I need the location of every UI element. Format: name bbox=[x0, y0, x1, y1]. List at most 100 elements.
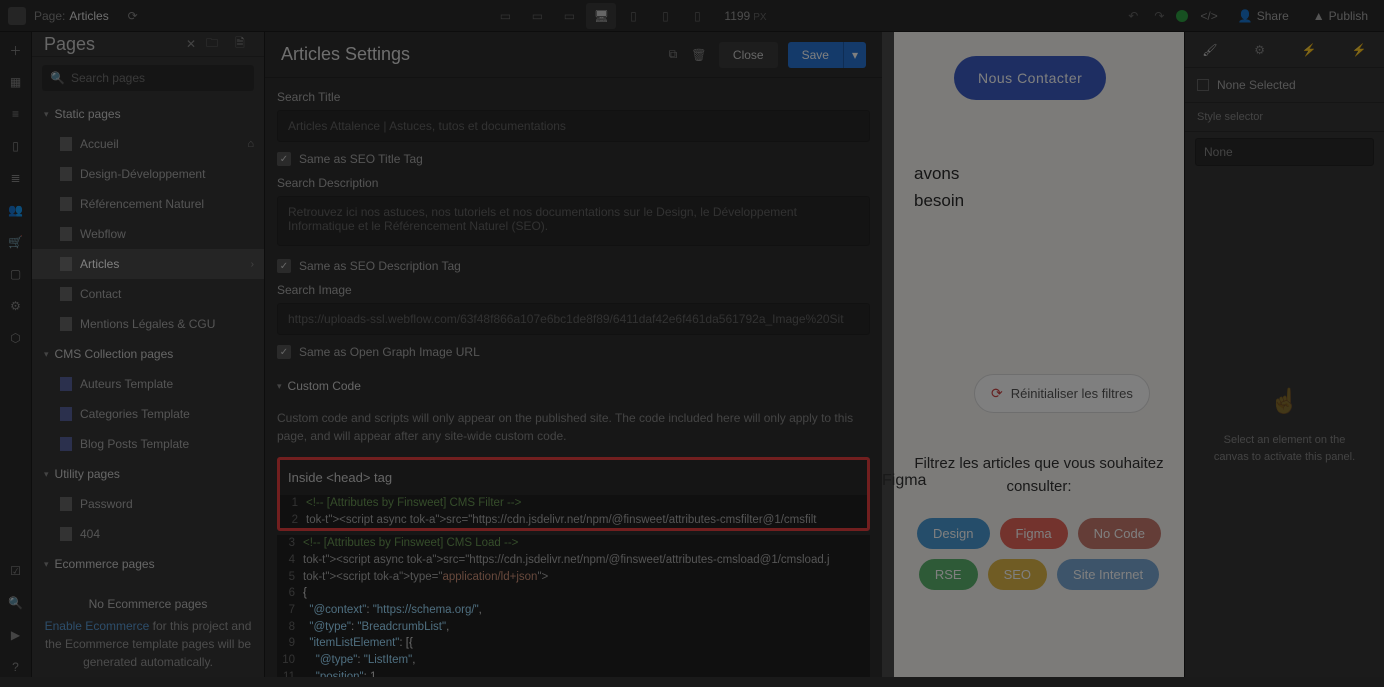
device-mobile-l-icon[interactable]: ▯ bbox=[650, 3, 680, 29]
page-item[interactable]: Contact bbox=[32, 279, 264, 309]
page-item[interactable]: Blog Posts Template bbox=[32, 429, 264, 459]
filter-tag[interactable]: Figma bbox=[1000, 518, 1068, 549]
navigator-icon[interactable]: ≡ bbox=[6, 104, 26, 124]
none-selected-label: None Selected bbox=[1217, 78, 1296, 92]
new-folder-icon[interactable]: 🗀 bbox=[200, 32, 224, 56]
style-panel: 🖌 ⚙ ⚡ ⚡ None Selected Style selector ☝ S… bbox=[1184, 32, 1384, 677]
page-label: Page: bbox=[34, 9, 65, 23]
code-icon[interactable]: </> bbox=[1196, 5, 1221, 27]
file-icon[interactable]: ▯ bbox=[6, 136, 26, 156]
delete-icon[interactable]: 🗑 bbox=[691, 47, 707, 63]
pages-panel: Pages ✕ 🗀 🗎 🔍 Static pages Accueil⌂Desig… bbox=[32, 32, 265, 677]
same-seo-desc-checkbox[interactable]: ✓ bbox=[277, 259, 291, 273]
device-tablet-icon[interactable]: ▯ bbox=[618, 3, 648, 29]
reset-filters-button[interactable]: ⟳Réinitialiser les filtres bbox=[974, 374, 1150, 413]
device-md-icon[interactable]: ▭ bbox=[554, 3, 584, 29]
page-item[interactable]: Auteurs Template bbox=[32, 369, 264, 399]
apps-icon[interactable]: ⬡ bbox=[6, 328, 26, 348]
settings-tab-icon[interactable]: ⚙ bbox=[1246, 36, 1274, 64]
head-code-editor-cont[interactable]: 3<!-- [Attributes by Finsweet] CMS Load … bbox=[277, 535, 870, 677]
canvas[interactable]: Nous Contacter avonsbesoin ⟳Réinitialise… bbox=[882, 32, 1184, 677]
close-panel-icon[interactable]: ✕ bbox=[186, 37, 196, 51]
device-xl-icon[interactable]: ▭ bbox=[490, 3, 520, 29]
page-item[interactable]: Articles› bbox=[32, 249, 264, 279]
video-icon[interactable]: ▶ bbox=[6, 625, 26, 645]
share-button[interactable]: 👤 Share bbox=[1230, 5, 1297, 27]
canvas-text: avonsbesoin bbox=[914, 160, 1164, 214]
filter-tag[interactable]: No Code bbox=[1078, 518, 1161, 549]
custom-code-section[interactable]: Custom Code bbox=[277, 369, 870, 403]
status-indicator-icon bbox=[1176, 10, 1188, 22]
page-icon bbox=[60, 257, 72, 271]
webflow-logo-icon[interactable] bbox=[8, 7, 26, 25]
pages-icon[interactable]: ▦ bbox=[6, 72, 26, 92]
section-cms-pages[interactable]: CMS Collection pages bbox=[32, 339, 264, 369]
page-item[interactable]: Password bbox=[32, 489, 264, 519]
page-item[interactable]: Référencement Naturel bbox=[32, 189, 264, 219]
new-page-icon[interactable]: 🗎 bbox=[228, 32, 252, 56]
page-icon bbox=[60, 527, 72, 541]
page-item[interactable]: Categories Template bbox=[32, 399, 264, 429]
users-icon[interactable]: 👥 bbox=[6, 200, 26, 220]
audit-icon[interactable]: ☑ bbox=[6, 561, 26, 581]
none-selected-checkbox[interactable] bbox=[1197, 79, 1209, 91]
cms-icon[interactable]: ≣ bbox=[6, 168, 26, 188]
head-code-highlight: Inside <head> tag 1<!-- [Attributes by F… bbox=[277, 457, 870, 531]
section-utility-pages[interactable]: Utility pages bbox=[32, 459, 264, 489]
home-icon: ⌂ bbox=[247, 138, 254, 150]
contact-button[interactable]: Nous Contacter bbox=[954, 56, 1106, 100]
redo-icon[interactable]: ↷ bbox=[1150, 5, 1168, 27]
device-mobile-icon[interactable]: ▯ bbox=[682, 3, 712, 29]
style-selector-label: Style selector bbox=[1185, 103, 1384, 132]
template-icon bbox=[60, 407, 72, 421]
device-lg-icon[interactable]: ▭ bbox=[522, 3, 552, 29]
effects-tab-icon[interactable]: ⚡ bbox=[1345, 36, 1373, 64]
close-button[interactable]: Close bbox=[719, 42, 778, 68]
pointer-icon: ☝ bbox=[1270, 384, 1300, 420]
custom-code-help: Custom code and scripts will only appear… bbox=[277, 409, 870, 445]
filter-tag[interactable]: Site Internet bbox=[1057, 559, 1159, 590]
device-desktop-icon[interactable]: 🖥 bbox=[586, 3, 616, 29]
save-dropdown-icon[interactable]: ▾ bbox=[843, 42, 866, 68]
search-title-input[interactable] bbox=[277, 110, 870, 142]
page-item[interactable]: Mentions Légales & CGU bbox=[32, 309, 264, 339]
canvas-width[interactable]: 1199PX bbox=[724, 9, 766, 23]
pages-panel-title: Pages bbox=[44, 34, 178, 55]
duplicate-icon[interactable]: ⧉ bbox=[665, 47, 681, 63]
save-button[interactable]: Save bbox=[788, 42, 843, 68]
page-item[interactable]: Accueil⌂ bbox=[32, 129, 264, 159]
section-static-pages[interactable]: Static pages bbox=[32, 99, 264, 129]
search-desc-input[interactable]: Retrouvez ici nos astuces, nos tutoriels… bbox=[277, 196, 870, 246]
search-pages-input[interactable]: 🔍 bbox=[42, 65, 254, 91]
page-item[interactable]: 404 bbox=[32, 519, 264, 549]
settings-icon[interactable]: ⚙ bbox=[6, 296, 26, 316]
ecommerce-icon[interactable]: 🛒 bbox=[6, 232, 26, 252]
assets-icon[interactable]: ▢ bbox=[6, 264, 26, 284]
filter-tag[interactable]: Design bbox=[917, 518, 989, 549]
publish-button[interactable]: ▲ Publish bbox=[1305, 5, 1376, 27]
search-image-input[interactable] bbox=[277, 303, 870, 335]
undo-icon[interactable]: ↶ bbox=[1124, 5, 1142, 27]
interactions-tab-icon[interactable]: ⚡ bbox=[1295, 36, 1323, 64]
filter-tag[interactable]: RSE bbox=[919, 559, 978, 590]
page-icon bbox=[60, 227, 72, 241]
search-icon[interactable]: 🔍 bbox=[6, 593, 26, 613]
head-code-editor[interactable]: 1<!-- [Attributes by Finsweet] CMS Filte… bbox=[280, 495, 867, 528]
page-icon bbox=[60, 287, 72, 301]
enable-ecommerce-link[interactable]: Enable Ecommerce bbox=[45, 619, 150, 633]
filter-tag[interactable]: SEO bbox=[988, 559, 1047, 590]
no-ecommerce-message: No Ecommerce pages Enable Ecommerce for … bbox=[32, 579, 264, 687]
refresh-icon[interactable]: ⟳ bbox=[121, 4, 145, 28]
style-tab-icon[interactable]: 🖌 bbox=[1196, 36, 1224, 64]
page-name[interactable]: Articles bbox=[69, 9, 108, 23]
help-icon[interactable]: ? bbox=[6, 657, 26, 677]
same-seo-title-checkbox[interactable]: ✓ bbox=[277, 152, 291, 166]
same-og-checkbox[interactable]: ✓ bbox=[277, 345, 291, 359]
page-item[interactable]: Design-Développement bbox=[32, 159, 264, 189]
page-item[interactable]: Webflow bbox=[32, 219, 264, 249]
add-element-icon[interactable]: ＋ bbox=[6, 40, 26, 60]
head-tag-label: Inside <head> tag bbox=[280, 460, 867, 495]
canvas-word-figma: Figma bbox=[882, 472, 926, 490]
style-selector-input[interactable] bbox=[1195, 138, 1374, 166]
section-ecommerce-pages[interactable]: Ecommerce pages bbox=[32, 549, 264, 579]
